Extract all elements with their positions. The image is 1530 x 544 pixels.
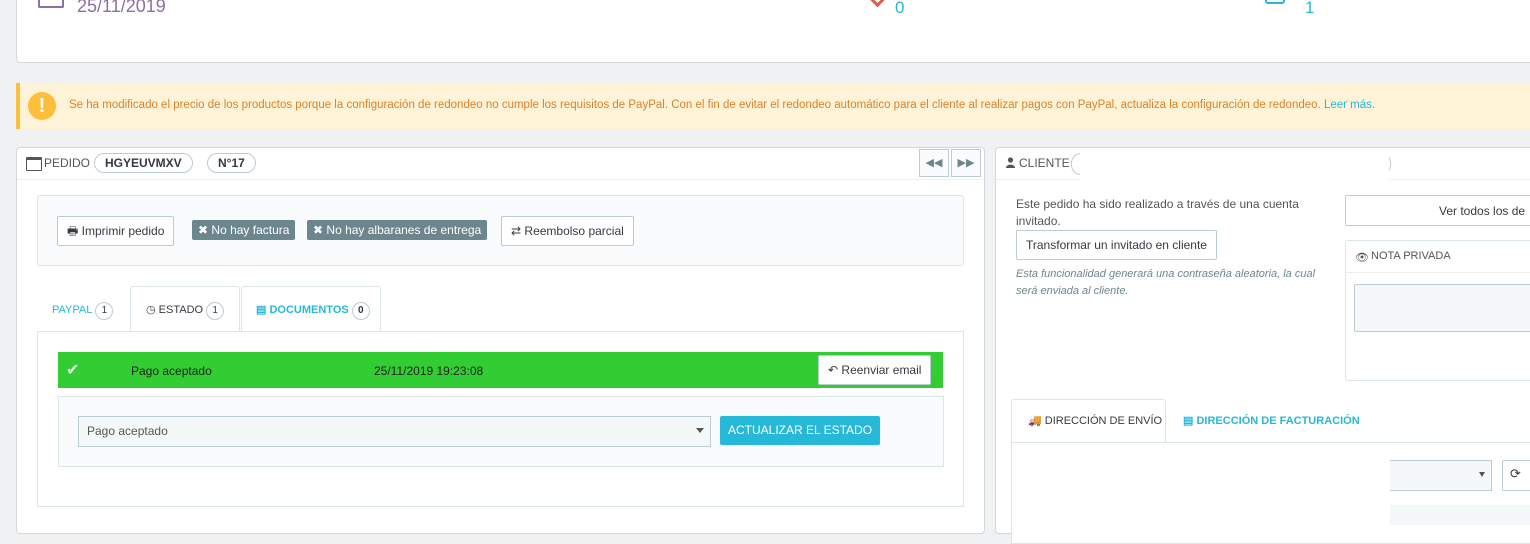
eye-slash-icon: 👁 [1355, 252, 1369, 264]
private-note-textarea[interactable] [1354, 284, 1530, 332]
partial-refund-button[interactable]: ⇄ Reembolso parcial [501, 216, 634, 246]
forward-icon: ▶▶ [957, 157, 975, 169]
tab-documentos-count: 0 [351, 302, 370, 320]
see-all-orders-label: Ver todos los de [1439, 204, 1526, 218]
order-title: PEDIDO [44, 156, 91, 170]
tab-billing-address[interactable]: ▤ DIRECCIÓN DE FACTURACIÓN [1183, 414, 1360, 427]
resend-email-label: Reenviar email [841, 363, 922, 377]
kpi-date: 25/11/2019 [77, 0, 166, 16]
kpi-value: 1 [1305, 0, 1315, 17]
transform-guest-button[interactable]: Transformar un invitado en cliente [1016, 230, 1217, 260]
resend-email-button[interactable]: ↶ Reenviar email [818, 355, 932, 385]
no-delivery-label: No hay albaranes de entrega [326, 223, 482, 237]
tab-documentos-label-group[interactable]: ▤ DOCUMENTOS 0 [256, 302, 370, 320]
backward-icon: ◀◀ [925, 157, 943, 169]
caret-down-icon [1479, 472, 1485, 477]
tab-paypal-label: PAYPAL [52, 304, 93, 316]
credit-card-icon [26, 157, 42, 171]
kpi-panel [16, 0, 1530, 63]
file-icon: ▤ [256, 304, 267, 316]
truck-icon: 🚚 [1028, 415, 1042, 427]
check-icon: ✔ [66, 362, 80, 379]
order-state-value: Pago aceptado [87, 424, 168, 438]
tab-estado-label: ESTADO [158, 304, 204, 316]
read-more-link[interactable]: Leer más. [1324, 99, 1375, 111]
private-note-title: NOTA PRIVADA [1371, 250, 1451, 262]
address-select[interactable] [1390, 460, 1492, 491]
close-icon: ✖ [313, 223, 324, 237]
tab-estado-count: 1 [206, 302, 225, 320]
tab-shipping-label-group[interactable]: 🚚 DIRECCIÓN DE ENVÍO [1028, 414, 1162, 427]
address-overlay [1390, 505, 1530, 525]
status-date: 25/11/2019 19:23:08 [374, 364, 484, 378]
print-order-label: Imprimir pedido [81, 224, 165, 238]
client-title: CLIENTE [1019, 156, 1070, 170]
user-icon [1006, 157, 1015, 168]
calendar-icon [38, 0, 64, 8]
print-order-button[interactable]: 🖶 Imprimir pedido [57, 216, 175, 246]
status-name: Pago aceptado [131, 364, 212, 378]
order-number: N°17 [207, 153, 256, 173]
client-overlay [1080, 148, 1389, 188]
previous-order-button[interactable]: ◀◀ [919, 149, 949, 177]
warning-icon: ! [28, 92, 56, 120]
warning-text: Se ha modificado el precio de los produc… [69, 99, 1375, 111]
tab-paypal[interactable]: PAYPAL 1 [52, 302, 114, 320]
tab-shipping-label: DIRECCIÓN DE ENVÍO [1044, 415, 1163, 427]
no-invoice-label: No hay factura [211, 223, 290, 237]
refresh-icon: ⟳ [1510, 466, 1521, 481]
update-status-button[interactable]: ACTUALIZAR EL ESTADO [720, 416, 881, 445]
next-order-button[interactable]: ▶▶ [951, 149, 981, 177]
address-tab-pane [1011, 442, 1530, 544]
clock-icon: ◷ [146, 304, 156, 316]
warning-message: Se ha modificado el precio de los produc… [69, 99, 1321, 111]
guest-order-text: Este pedido ha sido realizado a través d… [1016, 197, 1299, 228]
exchange-icon: ⇄ [511, 224, 522, 238]
tab-estado-label-group[interactable]: ◷ ESTADO 1 [146, 302, 225, 320]
tab-paypal-count: 1 [95, 302, 114, 320]
partial-refund-label: Reembolso parcial [524, 224, 624, 238]
caret-down-icon [696, 428, 704, 433]
print-icon: 🖶 [67, 224, 79, 238]
guest-note: Esta funcionalidad generará una contrase… [1016, 268, 1316, 297]
order-state-select[interactable] [78, 416, 711, 447]
close-icon: ✖ [198, 223, 209, 237]
tab-documentos-label: DOCUMENTOS [269, 304, 349, 316]
order-reference: HGYEUVMXV [94, 153, 193, 173]
kpi-value: 0 [895, 0, 905, 17]
no-delivery-slips-button[interactable]: ✖ No hay albaranes de entrega [307, 220, 488, 240]
reply-icon: ↶ [828, 363, 839, 377]
no-invoice-button[interactable]: ✖ No hay factura [192, 220, 296, 240]
file-icon: ▤ [1183, 415, 1194, 427]
message-icon [1265, 0, 1285, 4]
tab-billing-label: DIRECCIÓN DE FACTURACIÓN [1196, 415, 1360, 427]
